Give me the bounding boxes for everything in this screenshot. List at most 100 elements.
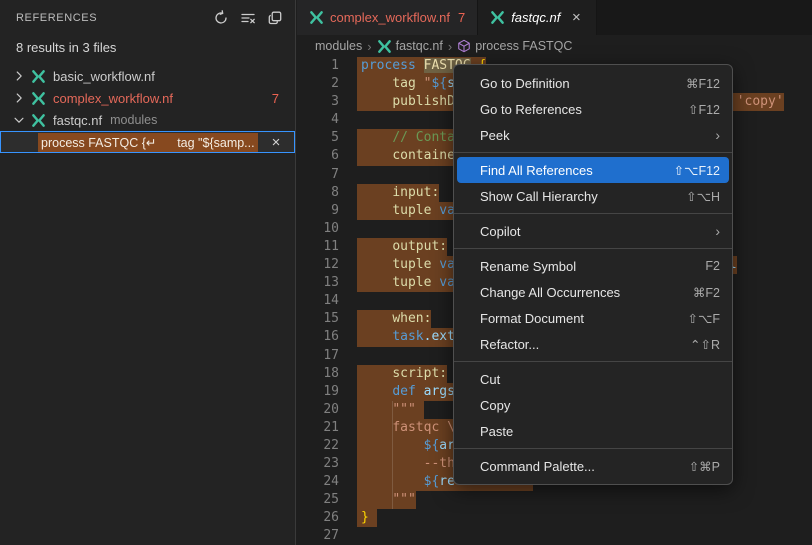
code-token: fastqc \ bbox=[392, 420, 455, 435]
clear-results-icon bbox=[240, 10, 256, 26]
reference-snippet: process FASTQC {↵ tag "${samp... bbox=[38, 133, 258, 152]
tree-item-file[interactable]: complex_workflow.nf7 bbox=[0, 87, 295, 109]
breadcrumb-separator-icon: › bbox=[448, 39, 452, 54]
line-number: 21 bbox=[297, 419, 339, 437]
menu-item-label: Peek bbox=[480, 128, 715, 143]
code-token: ${ bbox=[431, 76, 447, 91]
breadcrumb-item[interactable]: process FASTQC bbox=[457, 39, 572, 53]
menu-item-label: Go to References bbox=[480, 102, 688, 117]
code-token: publishD bbox=[392, 94, 455, 109]
breadcrumb: modules›fastqc.nf›process FASTQC bbox=[297, 35, 812, 57]
line-number: 20 bbox=[297, 401, 339, 419]
code-text: script: bbox=[361, 365, 447, 383]
refresh-button[interactable] bbox=[211, 8, 231, 28]
code-token bbox=[361, 275, 392, 290]
reference-result-item[interactable]: process FASTQC {↵ tag "${samp... × bbox=[0, 131, 295, 153]
menu-item-refactor[interactable]: Refactor...⌃⇧R bbox=[457, 331, 729, 357]
code-token: script: bbox=[392, 366, 447, 381]
menu-item-label: Paste bbox=[480, 424, 720, 439]
line-number: 16 bbox=[297, 328, 339, 346]
code-text: output: bbox=[361, 238, 447, 256]
code-text: """ bbox=[361, 401, 416, 419]
menu-item-peek[interactable]: Peek› bbox=[457, 122, 729, 148]
line-number: 4 bbox=[297, 111, 339, 129]
references-sidebar: REFERENCES 8 results in 3 files basic_wo… bbox=[0, 0, 296, 545]
dismiss-reference-icon[interactable]: × bbox=[267, 135, 285, 150]
menu-item-go-to-definition[interactable]: Go to Definition⌘F12 bbox=[457, 70, 729, 96]
menu-item-command-palette[interactable]: Command Palette...⇧⌘P bbox=[457, 453, 729, 479]
menu-item-change-all-occurrences[interactable]: Change All Occurrences⌘F2 bbox=[457, 279, 729, 305]
menu-item-label: Rename Symbol bbox=[480, 259, 705, 274]
line-number: 9 bbox=[297, 202, 339, 220]
breadcrumb-label: fastqc.nf bbox=[396, 39, 443, 53]
menu-item-rename-symbol[interactable]: Rename SymbolF2 bbox=[457, 253, 729, 279]
line-number: 10 bbox=[297, 220, 339, 238]
menu-item-shortcut: ⇧⌥H bbox=[686, 189, 720, 204]
code-token: ${ bbox=[424, 474, 440, 489]
breadcrumb-item[interactable]: fastqc.nf bbox=[377, 39, 443, 54]
menu-item-cut[interactable]: Cut bbox=[457, 366, 729, 392]
code-token: tuple bbox=[392, 257, 439, 272]
code-text: when: bbox=[361, 310, 431, 328]
code-line[interactable]: 27 bbox=[297, 527, 812, 545]
code-text: """ bbox=[361, 491, 416, 509]
code-token bbox=[361, 257, 392, 272]
menu-item-shortcut: ⇧F12 bbox=[688, 102, 720, 117]
code-token: """ bbox=[392, 492, 415, 507]
code-text: def args bbox=[361, 383, 455, 401]
code-token: // Conta bbox=[392, 130, 455, 145]
code-token: input: bbox=[392, 185, 439, 200]
code-token bbox=[361, 402, 392, 417]
code-line[interactable]: 26} bbox=[297, 509, 812, 527]
menu-item-label: Show Call Hierarchy bbox=[480, 189, 686, 204]
line-number: 26 bbox=[297, 509, 339, 527]
line-number: 18 bbox=[297, 365, 339, 383]
code-token: def bbox=[392, 384, 423, 399]
tab-label: fastqc.nf bbox=[511, 10, 560, 25]
file-name-label: basic_workflow.nf bbox=[53, 69, 155, 84]
nextflow-icon bbox=[377, 39, 392, 54]
code-line[interactable]: 25 """ bbox=[297, 491, 812, 509]
line-number: 6 bbox=[297, 147, 339, 165]
menu-item-paste[interactable]: Paste bbox=[457, 418, 729, 444]
menu-item-shortcut: ⇧⌘P bbox=[689, 459, 720, 474]
tab-fastqc.nf[interactable]: fastqc.nf × bbox=[478, 0, 597, 35]
indent-guide bbox=[392, 401, 393, 510]
references-tree: basic_workflow.nf complex_workflow.nf7fas… bbox=[0, 65, 295, 153]
menu-item-find-all-references[interactable]: Find All References⇧⌥F12 bbox=[457, 157, 729, 183]
menu-item-copy[interactable]: Copy bbox=[457, 392, 729, 418]
menu-item-show-call-hierarchy[interactable]: Show Call Hierarchy⇧⌥H bbox=[457, 183, 729, 209]
menu-item-format-document[interactable]: Format Document⇧⌥F bbox=[457, 305, 729, 331]
line-number: 19 bbox=[297, 383, 339, 401]
code-token bbox=[361, 203, 392, 218]
chevron-right-icon bbox=[10, 91, 28, 105]
collapse-all-button[interactable] bbox=[265, 8, 285, 28]
menu-item-label: Refactor... bbox=[480, 337, 690, 352]
line-number: 11 bbox=[297, 238, 339, 256]
tab-complex_workflow.nf[interactable]: complex_workflow.nf7 bbox=[297, 0, 478, 35]
code-text: task.ext bbox=[361, 328, 455, 346]
tree-item-file[interactable]: basic_workflow.nf bbox=[0, 65, 295, 87]
tree-item-file[interactable]: fastqc.nfmodules bbox=[0, 109, 295, 131]
code-token bbox=[361, 311, 392, 326]
line-number: 24 bbox=[297, 473, 339, 491]
clear-results-button[interactable] bbox=[238, 8, 258, 28]
code-text: fastqc \ bbox=[361, 419, 455, 437]
code-token bbox=[361, 94, 392, 109]
menu-item-go-to-references[interactable]: Go to References⇧F12 bbox=[457, 96, 729, 122]
tab-problems-badge: 7 bbox=[458, 10, 465, 25]
menu-item-copilot[interactable]: Copilot› bbox=[457, 218, 729, 244]
tab-close-icon[interactable]: × bbox=[568, 10, 584, 25]
menu-item-shortcut: F2 bbox=[705, 259, 720, 273]
menu-item-label: Cut bbox=[480, 372, 720, 387]
code-token bbox=[361, 384, 392, 399]
breadcrumb-item[interactable]: modules bbox=[315, 39, 362, 53]
code-text: tuple va bbox=[361, 202, 455, 220]
line-number: 22 bbox=[297, 437, 339, 455]
submenu-arrow-icon: › bbox=[715, 223, 720, 239]
line-number: 15 bbox=[297, 310, 339, 328]
code-token bbox=[361, 76, 392, 91]
menu-item-shortcut: ⇧⌥F bbox=[687, 311, 720, 326]
vscode-window: REFERENCES 8 results in 3 files basic_wo… bbox=[0, 0, 812, 545]
reference-count-badge: 7 bbox=[272, 91, 279, 106]
